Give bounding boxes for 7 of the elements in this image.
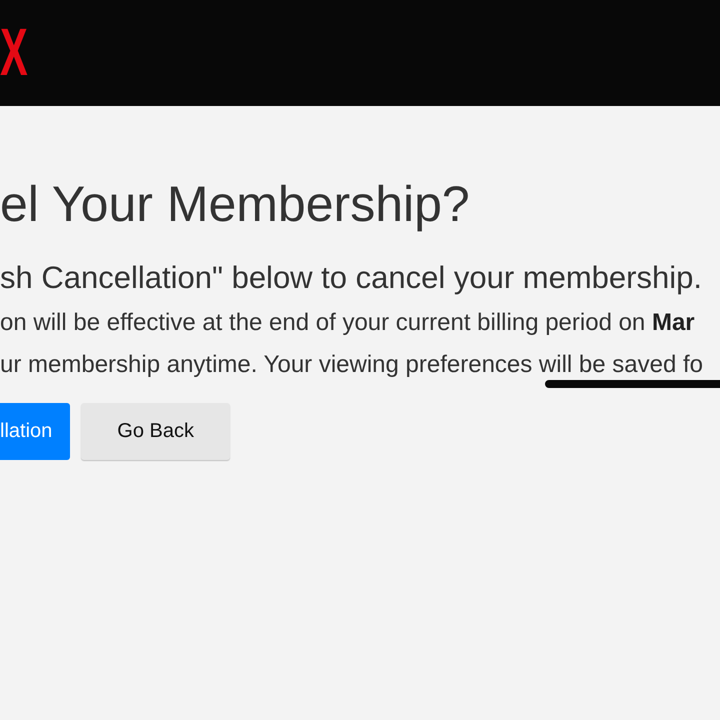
info-text: ur membership anytime. Your viewing preferences will be saved fo	[0, 350, 704, 380]
page-title: el Your Membership?	[0, 175, 471, 234]
confirm-button[interactable]: llation	[0, 403, 70, 460]
info-text: on will be effective at the end of your current billing period on Mar	[0, 308, 696, 338]
go-back-button[interactable]: Go Back	[81, 403, 230, 460]
instruction-text: sh Cancellation" below to cancel your membership.	[0, 260, 703, 296]
logo[interactable]: X	[0, 29, 28, 76]
